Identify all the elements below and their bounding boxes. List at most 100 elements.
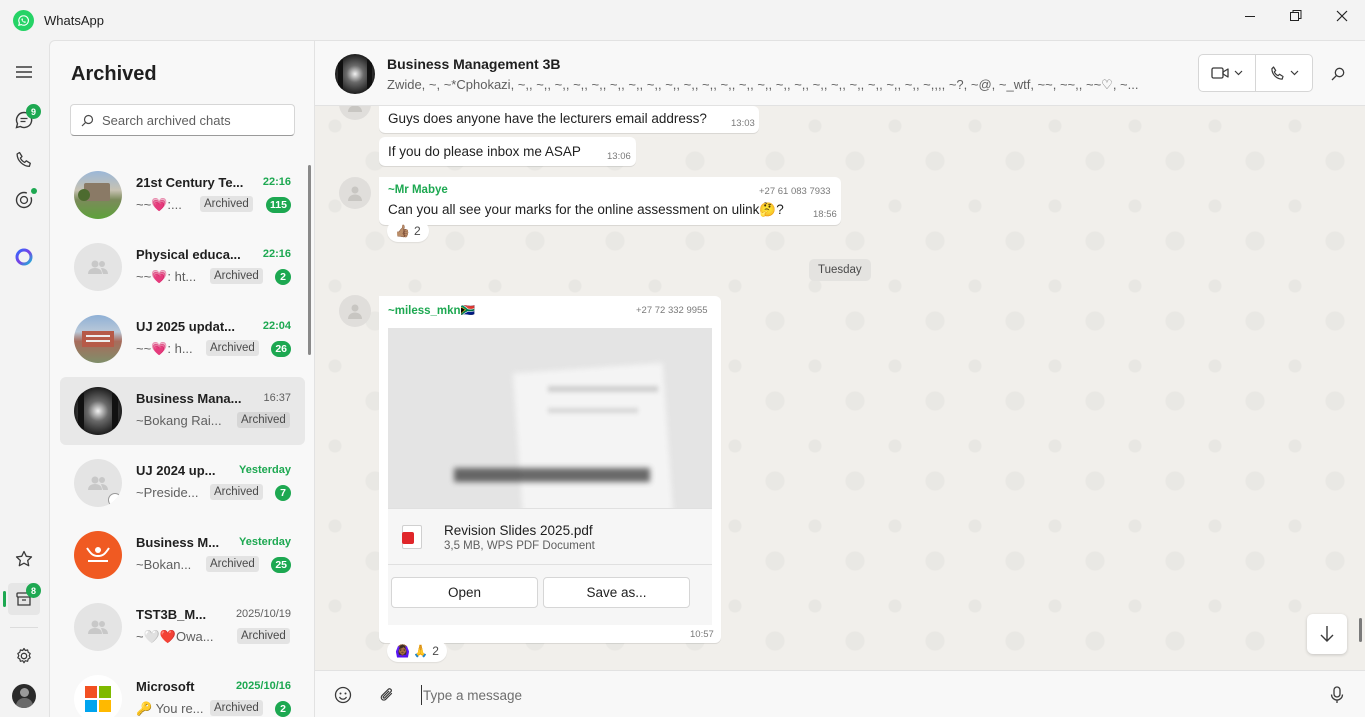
search-input[interactable] <box>102 112 282 128</box>
chat-item[interactable]: Physical educa... 22:16 ~~💗: ht... Archi… <box>60 233 305 301</box>
restore-button[interactable] <box>1273 0 1319 32</box>
chat-item-selected[interactable]: Business Mana... 16:37 ~Bokang Rai... Ar… <box>60 377 305 445</box>
document-message-bubble[interactable]: ~miless_mkn🇿🇦 +27 72 332 9955 Revision S… <box>379 296 721 643</box>
unread-count-badge: 2 <box>275 269 291 285</box>
chat-preview: ~Bokan... <box>136 557 192 572</box>
chat-preview: ~~💗: h... <box>136 341 193 356</box>
chat-item[interactable]: UJ 2024 up... Yesterday ~Preside... Arch… <box>60 449 305 517</box>
chat-time: 2025/10/19 <box>235 608 291 620</box>
sender-name[interactable]: ~Mr Mabye <box>388 184 448 196</box>
message-time: 18:56 <box>813 209 837 220</box>
message-input[interactable] <box>421 685 1301 705</box>
archived-nav-button[interactable]: 8 <box>3 583 41 615</box>
archived-tag: Archived <box>237 628 290 644</box>
hamburger-menu-icon <box>16 66 32 78</box>
rail-divider <box>10 627 38 628</box>
chats-nav-button[interactable]: 9 <box>8 104 41 136</box>
scroll-to-bottom-button[interactable] <box>1307 614 1347 654</box>
archived-unread-badge: 8 <box>26 583 41 598</box>
star-icon <box>15 550 33 567</box>
menu-button[interactable] <box>8 56 40 88</box>
chat-item[interactable]: TST3B_M... 2025/10/19 ~🤍❤️Owa... Archive… <box>60 593 305 661</box>
chat-time: 22:04 <box>262 320 291 332</box>
microphone-icon <box>1330 686 1344 703</box>
chat-avatar <box>74 531 122 579</box>
group-name[interactable]: Business Management 3B <box>387 56 561 72</box>
video-call-button[interactable] <box>1199 55 1255 91</box>
chat-item[interactable]: UJ 2025 updat... 22:04 ~~💗: h... Archive… <box>60 305 305 373</box>
profile-button[interactable] <box>8 680 40 712</box>
whatsapp-logo-icon <box>13 10 34 31</box>
calls-nav-button[interactable] <box>8 144 40 176</box>
status-nav-button[interactable] <box>8 184 40 216</box>
chat-list-scrollbar[interactable] <box>308 165 311 355</box>
sender-avatar[interactable] <box>339 177 371 209</box>
chat-name: 21st Century Te... <box>136 175 244 190</box>
sender-avatar[interactable] <box>339 106 371 120</box>
chat-avatar <box>74 387 122 435</box>
message-text: If you do please inbox me ASAP <box>388 144 581 159</box>
conversation-header[interactable]: Business Management 3B Zwide, ~, ~*Cphok… <box>315 41 1365 106</box>
document-actions: Open Save as... <box>388 565 712 625</box>
gear-icon <box>17 647 31 664</box>
sender-phone: +27 72 332 9955 <box>636 305 708 316</box>
message-time: 13:06 <box>607 151 631 162</box>
paperclip-icon <box>380 688 393 701</box>
message-time: 13:03 <box>731 118 755 129</box>
document-preview-thumbnail[interactable] <box>388 328 712 508</box>
app-title: WhatsApp <box>44 13 104 28</box>
unread-count-badge: 2 <box>275 701 291 717</box>
emoji-button[interactable] <box>332 684 354 706</box>
chat-time: Yesterday <box>239 536 291 548</box>
voice-message-button[interactable] <box>1326 684 1348 706</box>
pdf-file-icon <box>402 525 422 549</box>
minimize-button[interactable] <box>1227 0 1273 32</box>
status-new-dot <box>31 188 37 194</box>
attach-button[interactable] <box>376 684 398 706</box>
document-file-name: Revision Slides 2025.pdf <box>444 523 593 538</box>
unread-count-badge: 25 <box>271 557 291 573</box>
search-box[interactable] <box>70 104 295 136</box>
chat-time: 22:16 <box>262 248 291 260</box>
sender-avatar[interactable] <box>339 295 371 327</box>
arrow-down-icon <box>1320 626 1334 642</box>
close-button[interactable] <box>1319 0 1365 32</box>
message-area[interactable]: Guys does anyone have the lecturers emai… <box>315 106 1365 670</box>
search-icon <box>1331 67 1345 81</box>
chat-preview: ~Preside... <box>136 485 199 500</box>
group-avatar[interactable] <box>335 54 375 94</box>
unread-count-badge: 26 <box>271 341 291 357</box>
chevron-down-icon <box>1234 70 1243 76</box>
minimize-icon <box>1244 15 1255 17</box>
message-bubble[interactable]: ~Mr Mabye +27 61 083 7933 Can you all se… <box>379 177 841 225</box>
open-document-button[interactable]: Open <box>391 577 538 608</box>
document-info[interactable]: Revision Slides 2025.pdf 3,5 MB, WPS PDF… <box>388 508 712 565</box>
chat-item[interactable]: Business M... Yesterday ~Bokan... Archiv… <box>60 521 305 589</box>
reaction-count: 2 <box>432 644 439 658</box>
meta-ai-button[interactable] <box>8 241 40 273</box>
message-bubble[interactable]: Guys does anyone have the lecturers emai… <box>379 106 759 133</box>
message-time: 10:57 <box>690 629 714 640</box>
chevron-down-icon <box>1290 70 1298 76</box>
chat-time: 22:16 <box>262 176 291 188</box>
chat-item[interactable]: Microsoft 2025/10/16 🔑 You re... Archive… <box>60 665 305 717</box>
message-scrollbar[interactable] <box>1359 618 1362 642</box>
voice-call-button[interactable] <box>1256 55 1312 91</box>
settings-button[interactable] <box>8 640 40 672</box>
message-reactions[interactable]: 👍🏽 2 <box>387 220 429 242</box>
microsoft-logo-icon <box>74 675 122 717</box>
save-as-button[interactable]: Save as... <box>543 577 690 608</box>
message-reactions[interactable]: 🙆🏾‍♀️ 🙏 2 <box>387 640 447 662</box>
starred-messages-button[interactable] <box>8 543 40 575</box>
restore-icon <box>1290 10 1302 21</box>
chat-item[interactable]: 21st Century Te... 22:16 ~~💗:... Archive… <box>60 161 305 229</box>
chat-time: 2025/10/16 <box>235 680 291 692</box>
group-avatar-icon <box>74 459 122 507</box>
chat-time: Yesterday <box>239 464 291 476</box>
unread-count-badge: 7 <box>275 485 291 501</box>
chat-name: UJ 2024 up... <box>136 463 216 478</box>
sender-name[interactable]: ~miless_mkn🇿🇦 <box>388 303 475 317</box>
search-in-chat-button[interactable] <box>1327 63 1349 85</box>
message-bubble[interactable]: If you do please inbox me ASAP 13:06 <box>379 137 636 166</box>
profile-avatar <box>12 684 36 708</box>
